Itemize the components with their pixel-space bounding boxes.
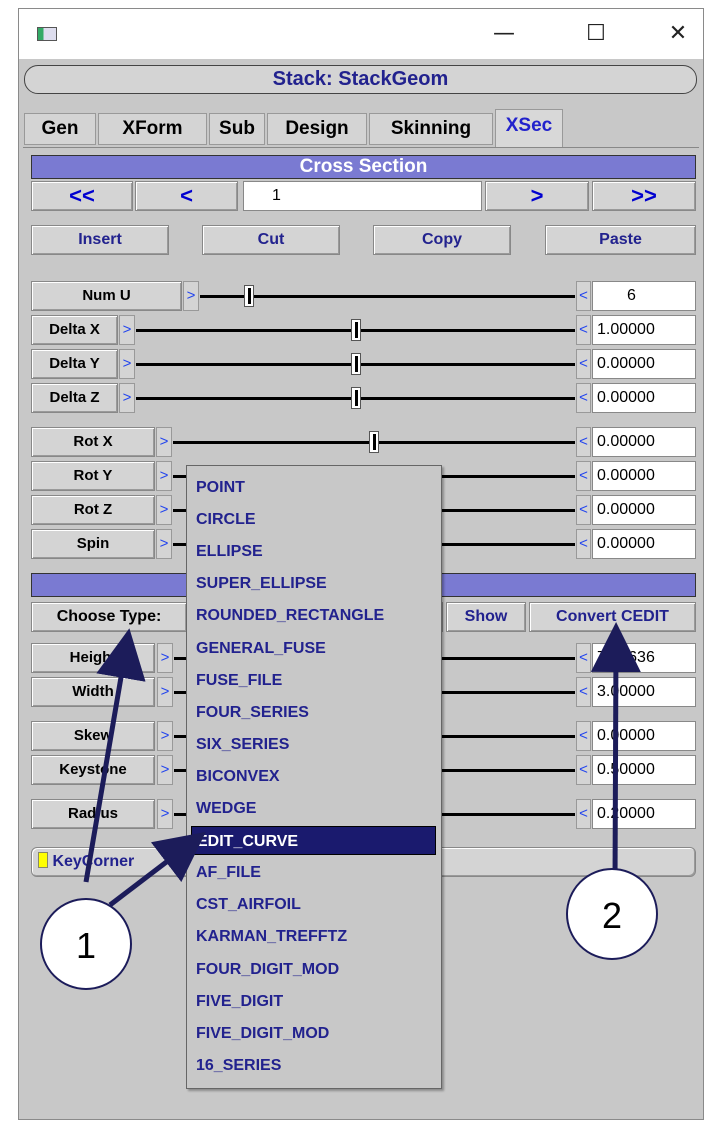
callout-1-arrow-edit-curve bbox=[108, 831, 206, 907]
callout-1: 1 bbox=[40, 898, 132, 990]
callout-1-arrow-choose-type bbox=[83, 628, 146, 883]
callout-2-arrow-convert bbox=[590, 622, 641, 886]
callout-2: 2 bbox=[566, 868, 658, 960]
